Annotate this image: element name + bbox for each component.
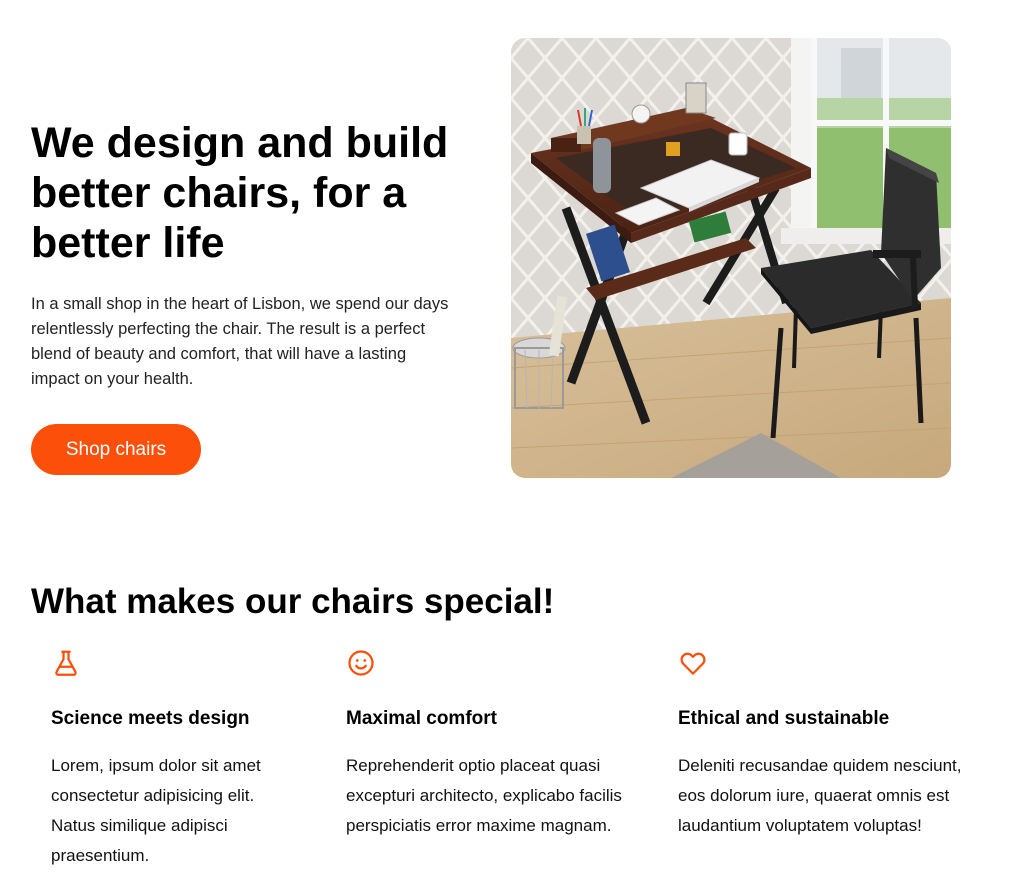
page: We design and build better chairs, for a… (0, 0, 1012, 892)
feature-title: Science meets design (51, 708, 250, 729)
hero-title: We design and build better chairs, for a… (31, 119, 449, 267)
features-title: What makes our chairs special! (31, 582, 555, 621)
hero-image (511, 38, 951, 478)
feature-title: Maximal comfort (346, 708, 497, 729)
smiley-icon (348, 650, 374, 676)
shop-chairs-button[interactable]: Shop chairs (31, 424, 201, 475)
hero-description: In a small shop in the heart of Lisbon, … (31, 295, 449, 388)
feature-title: Ethical and sustainable (678, 708, 890, 729)
hero-text: We design and build better chairs, for a… (31, 118, 481, 392)
feature-text: Lorem, ipsum dolor sit amet consectetur … (51, 756, 261, 865)
feature-ethical: Ethical and sustainable Deleniti recusan… (678, 648, 978, 835)
desk-and-chair-photo (511, 38, 951, 478)
feature-text: Reprehenderit optio placeat quasi except… (346, 756, 622, 835)
feature-science: Science meets design Lorem, ipsum dolor … (51, 648, 301, 865)
feature-text: Deleniti recusandae quidem nesciunt, eos… (678, 756, 962, 835)
flask-icon (55, 650, 77, 676)
feature-comfort: Maximal comfort Reprehenderit optio plac… (346, 648, 636, 835)
heart-icon (680, 652, 706, 675)
